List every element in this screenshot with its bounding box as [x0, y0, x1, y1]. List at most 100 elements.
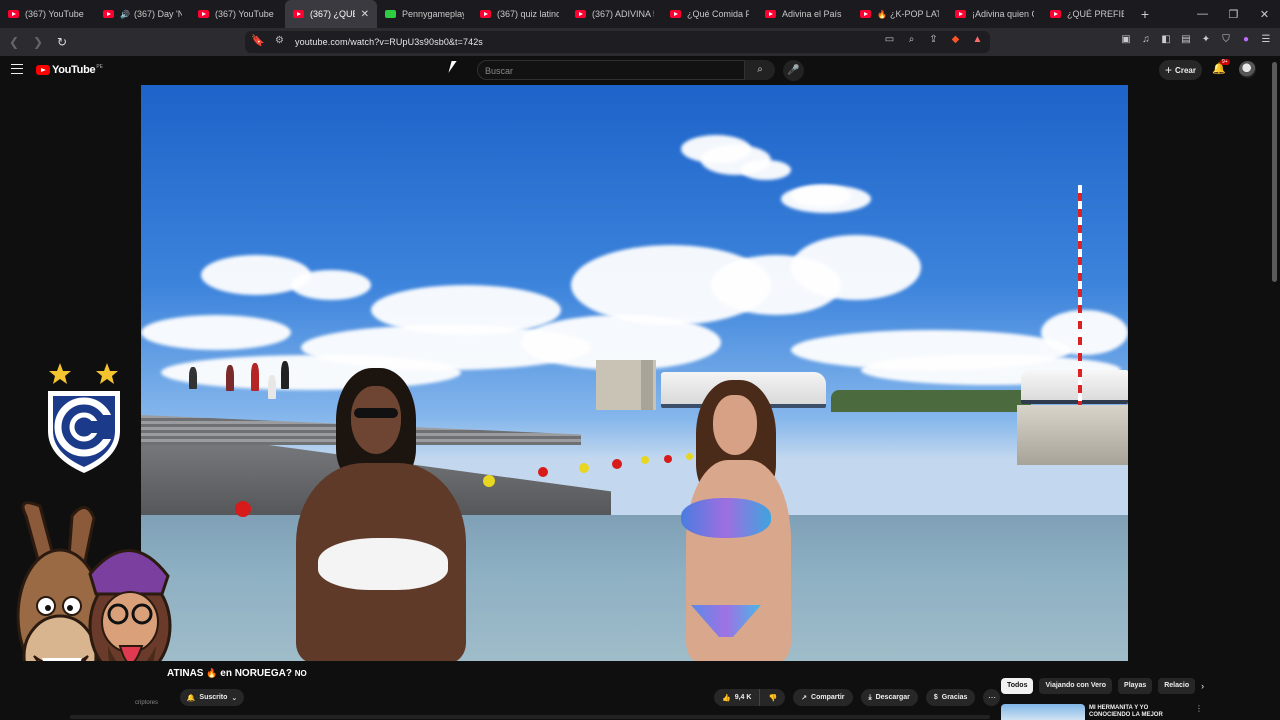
chip-relacionados[interactable]: Relacio	[1158, 678, 1196, 694]
reading-list-icon[interactable]: ◧	[1160, 34, 1172, 45]
menu-icon[interactable]: ☰	[1260, 34, 1272, 45]
chevron-right-icon[interactable]: ›	[1201, 681, 1211, 691]
vpn-icon[interactable]: ⛉	[1220, 34, 1232, 45]
browser-tab[interactable]: (367) ADIVINA 5C	[567, 0, 662, 28]
youtube-icon	[198, 10, 209, 18]
tab-label: ¿Qué Comida Pre	[687, 9, 749, 19]
tab-label: (367) Day 'N	[133, 9, 182, 19]
create-label: Crear	[1175, 65, 1196, 75]
new-tab-button[interactable]: +	[1132, 6, 1158, 22]
chevron-down-icon: ⌄	[231, 694, 238, 702]
browser-tab[interactable]: Pennygameplay S	[377, 0, 472, 28]
youtube-icon	[103, 10, 114, 18]
recommended-video[interactable]: MI HERMANITA Y YO CONOCIENDO LA MEJOR ⋮	[1001, 704, 1203, 720]
video-title-suffix: NO	[294, 669, 307, 678]
youtube-icon	[765, 10, 776, 18]
subscribed-button[interactable]: 🔔 Suscrito ⌄	[180, 689, 244, 706]
extensions-icon[interactable]: ✦	[1200, 34, 1212, 45]
close-tab-icon[interactable]: ✕	[361, 9, 369, 20]
tab-label: (367) ADIVINA 5C	[592, 9, 654, 19]
tab-label: (367) ¿QUÉ P	[310, 9, 355, 19]
more-actions-button[interactable]: ⋯	[983, 689, 1001, 706]
team-crest-icon	[48, 363, 120, 473]
video-title-start: ATINAS	[167, 668, 204, 679]
chip-all[interactable]: Todos	[1001, 678, 1034, 694]
description-box-edge	[70, 715, 990, 719]
video-title: ATINAS 🔥 en NORUEGA? NO	[167, 668, 307, 679]
profile-icon[interactable]: ●	[1240, 34, 1252, 45]
youtube-icon	[860, 10, 871, 18]
chip-viajando[interactable]: Viajando con Vero	[1039, 678, 1113, 694]
brave-shields-icon[interactable]: ◆	[949, 34, 962, 45]
thanks-button[interactable]: $ Gracias	[925, 689, 976, 706]
browser-tab[interactable]: 🔥¿K-POP LATIN	[852, 0, 947, 28]
tab-label: ¡Adivina quien Ca	[972, 9, 1034, 19]
plus-icon: +	[1165, 63, 1173, 77]
bookmark-icon[interactable]: 🔖	[249, 34, 267, 47]
browser-tab[interactable]: Adivina el País po	[757, 0, 852, 28]
fire-icon: 🔥	[206, 668, 218, 678]
video-thumbnail[interactable]	[1001, 704, 1085, 720]
dislike-button[interactable]: 👎	[760, 689, 786, 706]
like-button[interactable]: 👍 9,4 K	[714, 689, 761, 706]
video-actions: 👍 9,4 K 👎 ↗ Compartir ⤓ Descargar $ Grac…	[714, 689, 1001, 706]
bell-icon: 🔔	[186, 694, 196, 702]
site-settings-icon[interactable]: ⚙	[275, 35, 284, 46]
address-bar[interactable]: 🔖 ⚙ youtube.com/watch?v=RUpU3s90sb0&t=74…	[245, 31, 990, 53]
browser-tab[interactable]: ¿Qué Comida Pre	[662, 0, 757, 28]
hamburger-menu-icon[interactable]	[11, 64, 23, 74]
youtube-play-icon	[36, 65, 50, 75]
browser-tab[interactable]: (367) YouTube	[0, 0, 95, 28]
download-button[interactable]: ⤓ Descargar	[860, 689, 918, 706]
browser-tab[interactable]: ¡Adivina quien Ca	[947, 0, 1042, 28]
account-avatar[interactable]	[1239, 61, 1256, 78]
video-person-right	[651, 380, 801, 661]
minimize-icon[interactable]: —	[1187, 8, 1218, 20]
search-input[interactable]: Buscar	[477, 60, 745, 80]
tab-label: (367) YouTube	[25, 9, 84, 19]
forward-icon[interactable]: ❯	[28, 35, 48, 49]
brave-rewards-icon[interactable]: ▲	[971, 34, 984, 45]
thumbs-down-icon: 👎	[768, 694, 778, 702]
browser-tab-active[interactable]: (367) ¿QUÉ P ✕	[285, 0, 377, 28]
fire-icon: 🔥	[877, 9, 887, 19]
youtube-header: YouTube PE Buscar ⌕ 🎤 + Crear 🔔 9+	[0, 56, 1280, 85]
youtube-icon	[575, 10, 586, 18]
restore-icon[interactable]: ❐	[1218, 8, 1249, 21]
close-window-icon[interactable]: ✕	[1249, 8, 1280, 21]
thanks-label: Gracias	[941, 694, 968, 701]
browser-tab[interactable]: ¿QUÉ PREFIERES	[1042, 0, 1132, 28]
more-icon: ⋯	[987, 693, 996, 702]
wallet-icon[interactable]: ▤	[1180, 34, 1192, 45]
browser-tab[interactable]: 🔊 (367) Day 'N	[95, 0, 190, 28]
page-scrollbar[interactable]	[1272, 62, 1277, 282]
speaker-icon[interactable]: 🔊	[120, 10, 130, 19]
create-button[interactable]: + Crear	[1159, 60, 1202, 80]
logo-text: YouTube	[52, 64, 96, 76]
notifications-button[interactable]: 🔔 9+	[1212, 59, 1230, 75]
more-options-icon[interactable]: ⋮	[1195, 704, 1203, 713]
download-label: Descargar	[875, 694, 910, 701]
cast-icon[interactable]: ▭	[883, 34, 896, 45]
youtube-icon	[293, 10, 304, 18]
search-button[interactable]: ⌕	[745, 60, 775, 80]
back-icon[interactable]: ❮	[4, 35, 24, 49]
youtube-icon	[480, 10, 491, 18]
browser-tab[interactable]: (367) YouTube	[190, 0, 285, 28]
recommended-title[interactable]: MI HERMANITA Y YO CONOCIENDO LA MEJOR	[1089, 705, 1189, 719]
sidebar-icon[interactable]: ▣	[1120, 34, 1132, 45]
share-icon[interactable]: ⇪	[927, 34, 940, 45]
reload-icon[interactable]: ↻	[52, 35, 72, 49]
subscriber-count: criptores	[135, 700, 159, 706]
chip-playas[interactable]: Playas	[1118, 678, 1153, 694]
url-text[interactable]: youtube.com/watch?v=RUpU3s90sb0&t=742s	[295, 37, 483, 47]
music-icon[interactable]: ♫	[1140, 34, 1152, 45]
voice-search-button[interactable]: 🎤	[783, 60, 804, 81]
youtube-logo[interactable]: YouTube PE	[36, 64, 103, 76]
browser-tab-bar: (367) YouTube 🔊 (367) Day 'N (367) YouTub…	[0, 0, 1280, 28]
browser-tab[interactable]: (367) quiz latino	[472, 0, 567, 28]
share-button[interactable]: ↗ Compartir	[793, 689, 853, 706]
thumbs-up-icon: 👍	[722, 694, 731, 702]
video-player[interactable]	[141, 85, 1128, 661]
zoom-icon[interactable]: ⌕	[905, 34, 918, 45]
